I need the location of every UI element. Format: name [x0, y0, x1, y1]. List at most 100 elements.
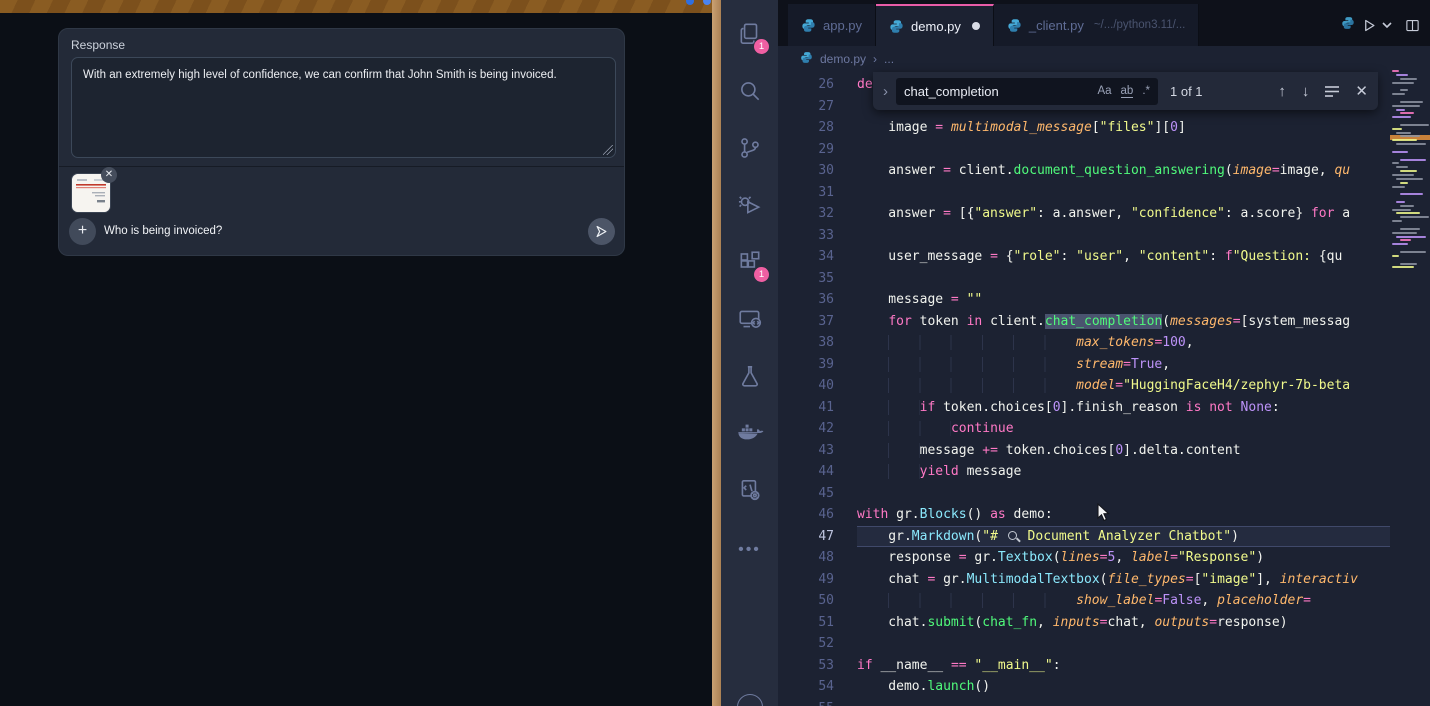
line-number[interactable]: 27 — [778, 96, 834, 118]
line-number[interactable]: 38 — [778, 332, 834, 354]
activity-item-source-control[interactable] — [721, 122, 778, 179]
code-line-47[interactable]: 47 gr.Markdown("# Document Analyzer Chat… — [778, 526, 1390, 548]
remove-attachment-button[interactable]: ✕ — [101, 167, 117, 183]
line-number[interactable]: 40 — [778, 375, 834, 397]
line-number[interactable]: 48 — [778, 547, 834, 569]
response-textarea[interactable]: With an extremely high level of confiden… — [71, 57, 616, 158]
line-content[interactable]: continue — [857, 418, 1390, 440]
account-icon[interactable] — [737, 694, 763, 706]
line-number[interactable]: 49 — [778, 569, 834, 591]
resize-handle[interactable] — [603, 145, 613, 155]
activity-item-docker[interactable] — [721, 407, 778, 464]
modified-dot[interactable] — [972, 22, 980, 30]
code-line-29[interactable]: 29 — [778, 139, 1390, 161]
code-line-53[interactable]: 53 if __name__ == "__main__": — [778, 655, 1390, 677]
breadcrumb-file[interactable]: demo.py — [820, 52, 866, 66]
line-content[interactable]: image = multimodal_message["files"][0] — [857, 117, 1390, 139]
line-number[interactable]: 55 — [778, 698, 834, 706]
line-number[interactable]: 41 — [778, 397, 834, 419]
line-content[interactable]: answer = client.document_question_answer… — [857, 160, 1390, 182]
line-number[interactable]: 30 — [778, 160, 834, 182]
line-number[interactable]: 26 — [778, 74, 834, 96]
line-number[interactable]: 32 — [778, 203, 834, 225]
line-content[interactable] — [857, 182, 1390, 204]
line-number[interactable]: 37 — [778, 311, 834, 333]
activity-item-testing[interactable] — [721, 350, 778, 407]
code-line-46[interactable]: 46with gr.Blocks() as demo: — [778, 504, 1390, 526]
line-number[interactable]: 33 — [778, 225, 834, 247]
code-line-40[interactable]: 40 model="HuggingFaceH4/zephyr-7b-beta — [778, 375, 1390, 397]
run-dropdown-chevron[interactable] — [1382, 21, 1392, 29]
find-query[interactable]: chat_completion — [904, 84, 1088, 99]
line-content[interactable]: yield message — [857, 461, 1390, 483]
code-line-39[interactable]: 39 stream=True, — [778, 354, 1390, 376]
line-content[interactable]: for token in client.chat_completion(mess… — [857, 311, 1390, 333]
send-button[interactable] — [588, 218, 615, 245]
code-line-50[interactable]: 50 show_label=False, placeholder= — [778, 590, 1390, 612]
code-line-35[interactable]: 35 — [778, 268, 1390, 290]
line-content[interactable]: demo.launch() — [857, 676, 1390, 698]
line-number[interactable]: 53 — [778, 655, 834, 677]
activity-item-snippets[interactable] — [721, 464, 778, 521]
line-content[interactable]: message += token.choices[0].delta.conten… — [857, 440, 1390, 462]
code-editor[interactable]: 26de2728 image = multimodal_message["fil… — [778, 72, 1390, 706]
line-number[interactable]: 44 — [778, 461, 834, 483]
line-number[interactable]: 47 — [778, 526, 834, 548]
code-line-45[interactable]: 45 — [778, 483, 1390, 505]
line-content[interactable] — [857, 225, 1390, 247]
activity-item-explorer[interactable]: 1 — [721, 8, 778, 65]
split-editor-button[interactable] — [1405, 18, 1420, 33]
code-line-30[interactable]: 30 answer = client.document_question_ans… — [778, 160, 1390, 182]
code-line-33[interactable]: 33 — [778, 225, 1390, 247]
line-content[interactable] — [857, 268, 1390, 290]
code-line-55[interactable]: 55 — [778, 698, 1390, 706]
line-number[interactable]: 34 — [778, 246, 834, 268]
line-number[interactable]: 29 — [778, 139, 834, 161]
activity-item-extensions[interactable]: 1 — [721, 236, 778, 293]
line-number[interactable]: 45 — [778, 483, 834, 505]
activity-item-remote-explorer[interactable] — [721, 293, 778, 350]
line-content[interactable]: gr.Markdown("# Document Analyzer Chatbot… — [857, 526, 1390, 548]
line-number[interactable]: 42 — [778, 418, 834, 440]
line-number[interactable]: 35 — [778, 268, 834, 290]
line-number[interactable]: 28 — [778, 117, 834, 139]
line-number[interactable]: 54 — [778, 676, 834, 698]
tab-_client.py[interactable]: _client.py~/.../python3.11/... — [994, 4, 1199, 46]
code-line-44[interactable]: 44 yield message — [778, 461, 1390, 483]
line-content[interactable] — [857, 483, 1390, 505]
find-in-selection-button[interactable] — [1325, 85, 1339, 97]
line-content[interactable]: if __name__ == "__main__": — [857, 655, 1390, 677]
activity-item-search[interactable] — [721, 65, 778, 122]
line-content[interactable]: if token.choices[0].finish_reason is not… — [857, 397, 1390, 419]
minimap[interactable] — [1392, 70, 1430, 330]
line-content[interactable]: chat.submit(chat_fn, inputs=chat, output… — [857, 612, 1390, 634]
match-case-toggle[interactable]: Aa — [1097, 85, 1111, 97]
line-content[interactable]: response = gr.Textbox(lines=5, label="Re… — [857, 547, 1390, 569]
line-number[interactable]: 50 — [778, 590, 834, 612]
code-line-43[interactable]: 43 message += token.choices[0].delta.con… — [778, 440, 1390, 462]
code-line-42[interactable]: 42 continue — [778, 418, 1390, 440]
tab-demo.py[interactable]: demo.py — [876, 4, 994, 46]
line-number[interactable]: 39 — [778, 354, 834, 376]
code-line-48[interactable]: 48 response = gr.Textbox(lines=5, label=… — [778, 547, 1390, 569]
line-content[interactable]: message = "" — [857, 289, 1390, 311]
toggle-replace-chevron[interactable]: › — [883, 83, 888, 100]
line-content[interactable] — [857, 139, 1390, 161]
line-content[interactable] — [857, 698, 1390, 706]
activity-item-more[interactable]: ••• — [721, 521, 778, 578]
line-content[interactable]: chat = gr.MultimodalTextbox(file_types=[… — [857, 569, 1390, 591]
window-divider[interactable] — [712, 0, 721, 706]
tab-app.py[interactable]: app.py — [788, 4, 876, 46]
line-content[interactable] — [857, 633, 1390, 655]
code-line-41[interactable]: 41 if token.choices[0].finish_reason is … — [778, 397, 1390, 419]
code-line-34[interactable]: 34 user_message = {"role": "user", "cont… — [778, 246, 1390, 268]
line-number[interactable]: 46 — [778, 504, 834, 526]
line-content[interactable]: stream=True, — [857, 354, 1390, 376]
code-line-38[interactable]: 38 max_tokens=100, — [778, 332, 1390, 354]
code-line-31[interactable]: 31 — [778, 182, 1390, 204]
regex-toggle[interactable]: .* — [1142, 85, 1150, 97]
close-find-button[interactable]: ✕ — [1355, 82, 1368, 100]
line-number[interactable]: 36 — [778, 289, 834, 311]
code-line-54[interactable]: 54 demo.launch() — [778, 676, 1390, 698]
code-line-51[interactable]: 51 chat.submit(chat_fn, inputs=chat, out… — [778, 612, 1390, 634]
